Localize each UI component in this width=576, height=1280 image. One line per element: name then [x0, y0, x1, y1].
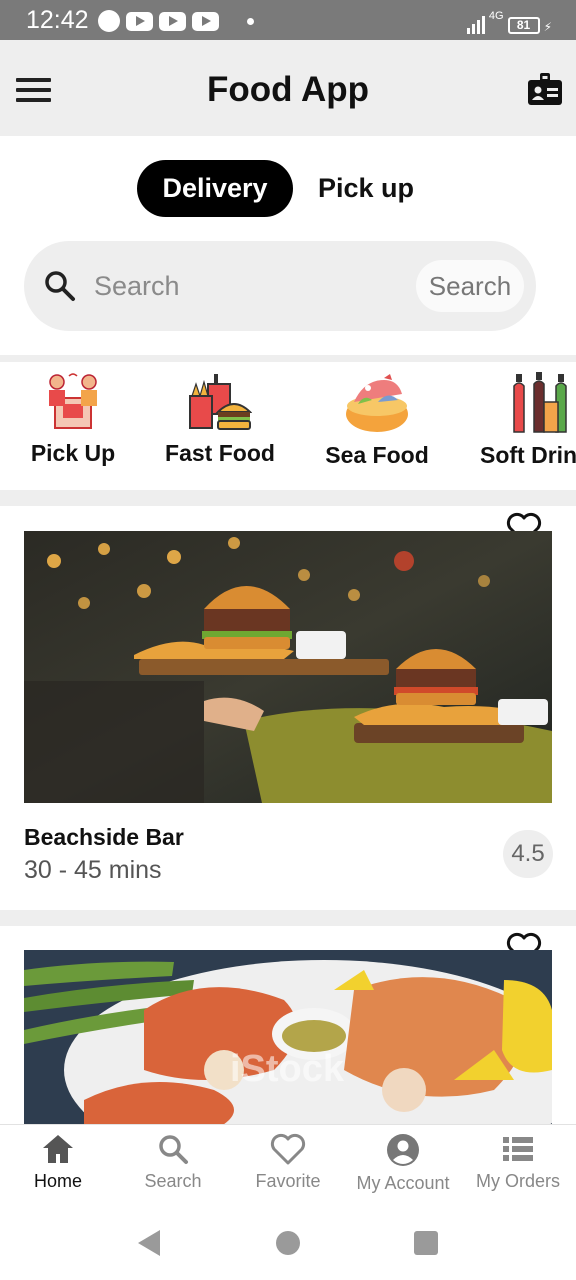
search-icon	[159, 1135, 188, 1164]
app-bar: Food App	[0, 40, 576, 136]
nav-label: Home	[33, 1171, 82, 1191]
battery-icon: 81	[507, 17, 540, 34]
back-icon[interactable]	[138, 1230, 160, 1256]
category-fast-food[interactable]: Fast Food	[162, 372, 278, 467]
category-pick-up[interactable]: Pick Up	[18, 372, 128, 467]
pickup-icon	[49, 373, 97, 429]
youtube-icon	[126, 11, 153, 31]
soft-drinks-icon	[513, 372, 567, 433]
system-status-icons: 4G 81 ⚡	[466, 10, 552, 34]
rating-badge: 4.5	[503, 830, 553, 878]
more-notifications-dot-icon	[247, 17, 254, 25]
heart-icon	[270, 1133, 306, 1165]
system-nav-bar	[0, 1210, 576, 1280]
restaurant-image[interactable]: iStock	[24, 950, 552, 1124]
seafood-platter-photo	[24, 950, 552, 1124]
network-type: 4G	[488, 10, 504, 22]
notification-icons	[98, 10, 254, 32]
delivery-toggle-button[interactable]: Delivery	[137, 160, 293, 217]
nav-label: Search	[144, 1171, 202, 1191]
category-label: Sea Food	[325, 442, 429, 468]
signal-icon	[466, 14, 485, 34]
watermark: iStock	[230, 1048, 345, 1090]
app-notification-icon	[98, 10, 120, 32]
fast-food-icon	[189, 374, 252, 430]
search-button[interactable]: Search	[416, 260, 524, 312]
nav-my-orders[interactable]: My Orders	[460, 1133, 576, 1192]
search-bar: Search	[24, 241, 536, 331]
recent-apps-icon[interactable]	[414, 1231, 438, 1255]
section-divider	[0, 910, 576, 926]
category-sea-food[interactable]: Sea Food	[320, 372, 434, 469]
nav-home[interactable]: Home	[0, 1133, 116, 1192]
list-icon	[503, 1137, 533, 1161]
home-icon	[43, 1135, 73, 1163]
restaurant-image[interactable]	[24, 531, 552, 803]
nav-favorite[interactable]: Favorite	[230, 1133, 346, 1192]
sea-food-icon	[346, 374, 408, 432]
category-label: Soft Drin	[480, 442, 576, 468]
category-label: Pick Up	[30, 440, 116, 466]
home-circle-icon[interactable]	[276, 1231, 300, 1255]
bottom-nav: Home Search Favorite My Account My Order…	[0, 1124, 576, 1210]
status-time: 12:42	[26, 6, 89, 34]
search-input[interactable]	[94, 265, 394, 307]
youtube-icon	[159, 11, 186, 31]
restaurant-name: Beachside Bar	[24, 824, 184, 850]
section-divider	[0, 355, 576, 362]
nav-label: My Orders	[475, 1171, 560, 1191]
contact-badge-icon[interactable]	[528, 73, 562, 105]
delivery-time: 30 - 45 mins	[24, 856, 162, 884]
youtube-icon	[192, 11, 219, 31]
category-list: Pick Up Fast Food Sea Food Soft Drin	[0, 362, 576, 490]
nav-label: My Account	[356, 1173, 450, 1193]
charging-icon: ⚡	[543, 20, 552, 34]
account-circle-icon	[387, 1134, 419, 1166]
burger-and-fries-photo	[24, 531, 552, 803]
pickup-toggle-button[interactable]: Pick up	[300, 160, 432, 217]
nav-label: Favorite	[255, 1171, 321, 1191]
nav-my-account[interactable]: My Account	[345, 1133, 461, 1194]
page-title: Food App	[207, 70, 369, 109]
nav-search[interactable]: Search	[115, 1133, 231, 1192]
category-label: Fast Food	[165, 440, 275, 466]
search-icon	[45, 271, 75, 301]
status-bar: 12:42 4G 81 ⚡	[0, 0, 576, 40]
category-soft-drinks[interactable]: Soft Drin	[480, 372, 576, 469]
section-divider	[0, 490, 576, 506]
